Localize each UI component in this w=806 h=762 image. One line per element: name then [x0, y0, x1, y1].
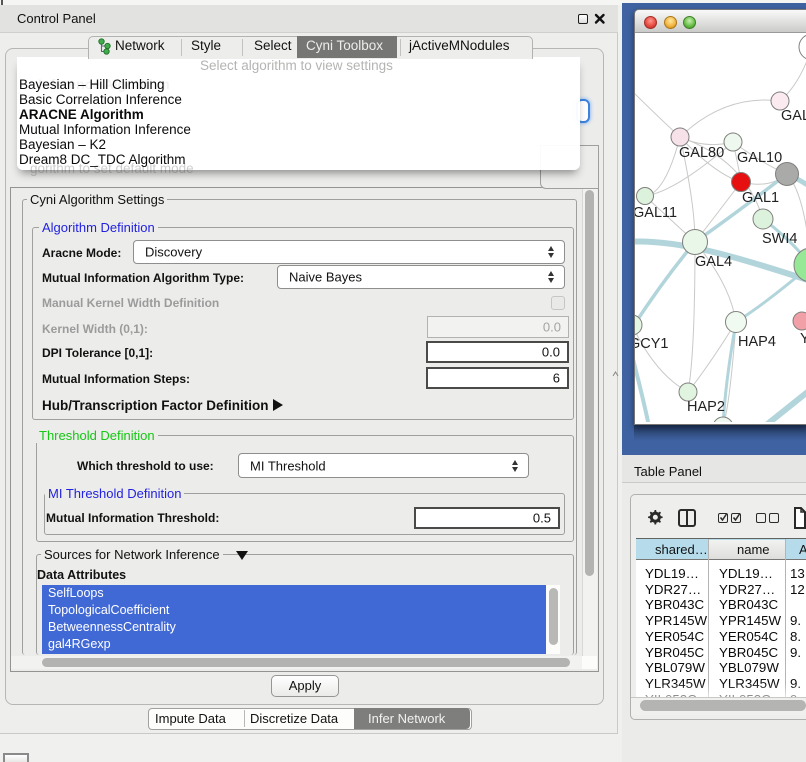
svg-text:SWI4: SWI4 [762, 231, 797, 247]
svg-text:GCY1: GCY1 [635, 336, 669, 352]
svg-text:GAL11: GAL11 [635, 205, 677, 221]
svg-text:HAP4: HAP4 [738, 334, 776, 350]
svg-text:GAL80: GAL80 [679, 145, 724, 161]
svg-text:GAL1: GAL1 [742, 190, 779, 206]
svg-text:GAL: GAL [781, 108, 806, 124]
svg-text:Y: Y [800, 331, 806, 347]
svg-text:GAL4: GAL4 [695, 254, 732, 270]
svg-text:HAP2: HAP2 [687, 399, 725, 415]
svg-text:GAL10: GAL10 [737, 150, 782, 166]
